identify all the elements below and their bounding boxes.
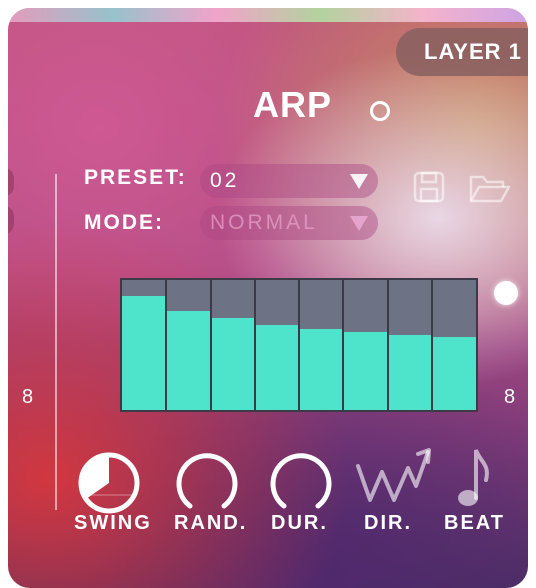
mode-value: NORMAL [210,211,318,234]
step-column[interactable] [343,280,388,410]
step-bar[interactable] [431,337,476,410]
save-icon[interactable] [412,170,446,204]
step-bar[interactable] [387,335,432,410]
step-separator [165,280,168,410]
mode-dropdown[interactable]: NORMAL [200,206,378,240]
rand-label: RAND. [174,512,248,534]
step-bar[interactable] [343,332,388,410]
side-tab-upper[interactable] [8,168,14,196]
dur-knob-icon[interactable] [266,448,336,518]
arp-panel: LAYER 1 ARP PRESET: 02 MODE: NORMAL 8 8 [8,8,528,588]
dur-label: DUR. [271,512,328,534]
step-bar[interactable] [299,329,344,410]
arp-toggle[interactable] [370,101,390,121]
chevron-down-icon [350,174,368,189]
step-bar[interactable] [166,311,211,410]
step-column[interactable] [387,280,432,410]
step-bar[interactable] [210,318,255,410]
step-column[interactable] [210,280,255,410]
step-separator [209,280,212,410]
step-separator [430,280,433,410]
chevron-down-icon [350,216,368,231]
dir-label: DIR. [364,512,412,534]
step-separator [342,280,345,410]
step-separator [253,280,256,410]
arp-title: ARP [253,84,333,125]
step-column[interactable] [431,280,476,410]
divider-line [55,174,57,510]
zigzag-arrow-icon[interactable] [354,446,434,512]
step-bar[interactable] [254,325,299,410]
rand-knob-icon[interactable] [172,448,242,518]
slider-handle[interactable] [494,281,518,305]
step-column[interactable] [254,280,299,410]
preset-value: 02 [210,169,240,192]
swing-label: SWING [74,512,152,534]
step-bar[interactable] [122,296,167,410]
layer-badge[interactable]: LAYER 1 [396,28,528,76]
side-tab-lower[interactable] [8,206,14,234]
step-count-left: 8 [22,386,34,408]
step-column[interactable] [166,280,211,410]
beat-label: BEAT [444,512,505,534]
step-separator [386,280,389,410]
swing-knob-icon[interactable] [74,448,144,518]
step-column[interactable] [122,280,167,410]
step-separator [298,280,300,410]
top-artwork-strip [8,8,528,22]
eighth-note-icon[interactable] [454,446,494,512]
folder-icon[interactable] [468,172,512,204]
preset-dropdown[interactable]: 02 [200,164,378,198]
preset-label: PRESET: [84,166,187,189]
mode-label: MODE: [84,211,164,234]
step-sequencer[interactable] [120,278,478,412]
step-count-right: 8 [504,386,516,408]
step-column[interactable] [299,280,344,410]
